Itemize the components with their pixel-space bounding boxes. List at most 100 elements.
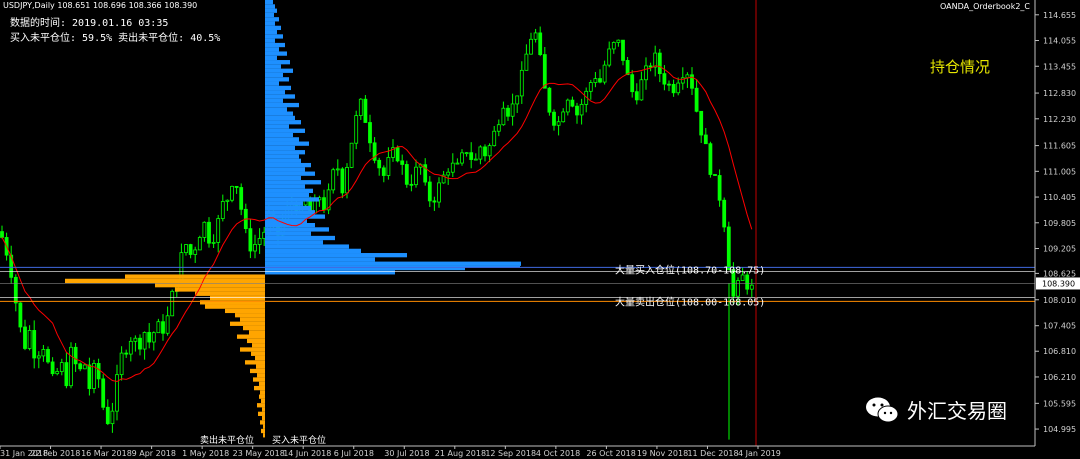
candle: [184, 243, 188, 256]
buy-profile-bar: [265, 51, 287, 56]
levels-layer: 大量买入仓位(108.70-108.75) 大量卖出仓位(108.00-108.0…: [0, 0, 1035, 446]
candle: [96, 358, 101, 388]
y-tick-label: 106.210: [1043, 373, 1076, 382]
candle: [437, 177, 441, 208]
price-chart[interactable]: 卖出未平仓位 买入未平仓位 大量买入仓位(108.70-108.75) 大量卖出仓位…: [0, 0, 1080, 459]
candle: [377, 157, 382, 176]
candle: [703, 127, 708, 145]
candle: [496, 119, 501, 137]
buy-profile-bar: [265, 30, 277, 35]
candle: [575, 102, 579, 124]
candle: [547, 86, 552, 116]
candle: [653, 45, 658, 77]
buy-profile-bar: [265, 72, 283, 78]
sell-profile-bar: [65, 278, 265, 284]
buy-profile-bar: [265, 0, 273, 5]
candle: [105, 399, 110, 426]
sell-profile-bar: [175, 287, 265, 292]
buy-profile-bar: [265, 154, 299, 159]
candle: [478, 145, 483, 165]
candle: [0, 225, 4, 239]
buy-profile-bar: [265, 85, 291, 91]
candle: [253, 234, 257, 259]
buy-profile-bar: [265, 55, 277, 61]
sell-profile-bar: [210, 295, 265, 301]
candle: [579, 98, 584, 125]
candle: [561, 108, 566, 123]
candle: [193, 246, 198, 263]
candle: [358, 98, 363, 120]
candle: [634, 83, 639, 105]
buy-profile-bar: [265, 171, 315, 176]
buy-profile-bar: [265, 21, 275, 26]
y-axis: 114.655 114.055 113.455 112.830 112.230 111.6…: [1034, 0, 1080, 446]
candle: [87, 357, 92, 396]
candle: [207, 217, 211, 248]
candle: [225, 199, 230, 211]
candle: [455, 158, 460, 165]
buy-profile-bar: [265, 184, 305, 189]
sell-profile-bar: [262, 415, 265, 421]
current-price-label: 108.390: [1042, 279, 1075, 288]
candle: [92, 359, 96, 394]
sell-profile-bar: [247, 338, 265, 344]
candle: [368, 114, 372, 152]
buy-profile-bar: [265, 257, 375, 262]
data-time: 数据的时间: 2019.01.16 03:35: [10, 18, 169, 29]
buy-profile-bar: [265, 68, 293, 73]
sell-profile-bar: [257, 373, 265, 378]
sell-open-label: 卖出未平仓位: [200, 434, 254, 446]
candle: [510, 93, 515, 126]
sell-profile-bar: [225, 308, 265, 314]
candle: [515, 95, 520, 113]
sell-profile-bar: [259, 394, 265, 399]
buy-profile-bar: [265, 231, 311, 236]
watermark-text: 外汇交易圈: [907, 399, 1007, 423]
buy-profile-bar: [265, 124, 289, 129]
sell-profile-bar: [125, 274, 265, 279]
buy-profile-bar: [265, 192, 309, 198]
y-tick-label: 110.405: [1043, 193, 1076, 202]
buy-profile-bar: [265, 197, 319, 202]
candle: [27, 325, 32, 351]
y-tick-label: 111.605: [1043, 142, 1076, 151]
sell-profile-bar: [195, 291, 265, 296]
sell-profile-bar: [261, 398, 265, 404]
buy-profile-bar: [265, 94, 295, 99]
candle: [230, 185, 234, 203]
candle: [432, 196, 437, 211]
candle: [211, 234, 216, 249]
sell-profile-bar: [253, 377, 265, 382]
buy-profile-bar: [265, 8, 277, 13]
candle: [469, 142, 474, 169]
sell-profile-bar: [230, 321, 265, 326]
candle: [648, 62, 653, 72]
candle: [73, 343, 78, 372]
x-tick-label: 26 Oct 2018: [586, 449, 635, 458]
y-tick-label: 108.010: [1043, 296, 1076, 305]
candle: [69, 342, 73, 389]
candle: [552, 109, 556, 131]
buy-profile-bar: [265, 64, 281, 69]
candle: [621, 39, 625, 66]
candle: [414, 159, 418, 188]
candle: [202, 221, 207, 242]
x-tick-label: 22 Feb 2018: [31, 449, 81, 458]
sell-profile-bar: [255, 355, 265, 361]
symbol-info: USDJPY,Daily 108.651 108.696 108.366 108…: [3, 1, 198, 10]
sell-level-label: 大量卖出仓位(108.00-108.05): [615, 295, 765, 308]
candle: [41, 344, 46, 362]
candle: [726, 221, 731, 271]
buy-profile-bar: [265, 25, 281, 31]
x-tick-label: 30 Jul 2018: [384, 449, 429, 458]
buy-open-label: 买入未平仓位: [272, 434, 326, 446]
candle: [722, 197, 727, 233]
buy-profile-bar: [265, 90, 285, 95]
buy-profile-bar: [265, 115, 295, 121]
candle: [556, 116, 561, 136]
candle: [409, 174, 414, 192]
candles-layer: [0, 26, 754, 440]
candle: [64, 352, 69, 389]
candle: [630, 69, 635, 98]
candle: [133, 335, 138, 352]
